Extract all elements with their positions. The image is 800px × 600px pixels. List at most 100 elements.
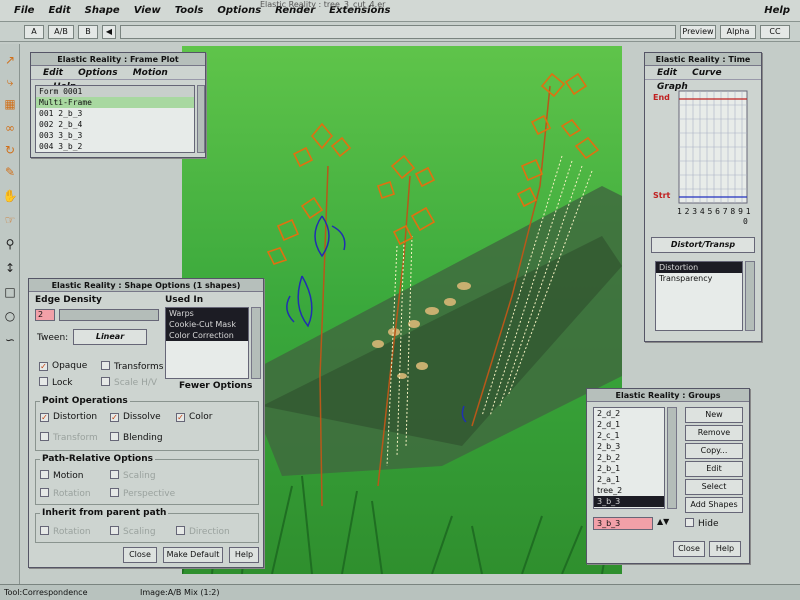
menu-file[interactable]: File [14,5,34,16]
zoom-tool-icon[interactable]: ⚲ [2,236,18,252]
bezier-tool-icon[interactable]: ∽ [2,332,18,348]
edit-group-button[interactable]: Edit [685,461,743,477]
copy-group-button[interactable]: Copy... [685,443,743,459]
inherit-scaling-checkbox[interactable]: Scaling [110,526,156,538]
hand-tool-icon[interactable]: ✋ [2,188,18,204]
used-in-scrollbar[interactable] [251,307,261,379]
frame-plot-menu-options[interactable]: Options [78,68,117,78]
inherit-direction-checkbox[interactable]: Direction [176,526,230,538]
list-item[interactable]: 2_b_1 [594,463,664,474]
window-title: Elastic Reality : tree_3_cut_4.er [260,0,386,9]
view-b-button[interactable]: B [78,25,98,39]
list-item[interactable]: 2_b_2 [594,452,664,463]
used-in-list[interactable]: Warps Cookie-Cut Mask Color Correction [165,307,249,379]
make-default-button[interactable]: Make Default [163,547,223,563]
motion-checkbox[interactable]: Motion [40,470,84,482]
groups-close-button[interactable]: Close [673,541,705,557]
perspective-checkbox[interactable]: Perspective [110,488,175,500]
list-item[interactable]: Multi-Frame [36,97,194,108]
groups-list[interactable]: 2_d_2 2_d_1 2_c_1 2_b_3 2_b_2 2_b_1 2_a_… [593,407,665,509]
menu-options[interactable]: Options [217,5,261,16]
edge-density-slider[interactable] [59,309,159,321]
time-x-ticks: 1 2 3 4 5 6 7 8 9 1 [677,207,751,216]
menu-tools[interactable]: Tools [175,5,204,16]
time-menu-edit[interactable]: Edit [657,68,677,78]
list-item[interactable]: Distortion [656,262,742,273]
list-item[interactable]: Color Correction [166,330,248,341]
menu-help[interactable]: Help [764,5,790,16]
group-arrows-icon[interactable]: ▲▼ [657,517,669,526]
list-item[interactable]: 002 2_b_4 [36,119,194,130]
menu-edit[interactable]: Edit [48,5,70,16]
dissolve-checkbox[interactable]: ✓ Dissolve [110,412,161,423]
scale-hv-checkbox[interactable]: Scale H/V [101,377,157,389]
new-group-button[interactable]: New [685,407,743,423]
menu-shape[interactable]: Shape [85,5,120,16]
list-item[interactable]: 2_b_3 [594,441,664,452]
frame-plot-menu-motion[interactable]: Motion [133,68,168,78]
list-item[interactable]: tree_2 [594,485,664,496]
transforms-checkbox[interactable]: Transforms [101,361,163,373]
fewer-options-button[interactable]: Fewer Options [179,381,252,391]
grid-tool-icon[interactable]: ▦ [2,96,18,112]
time-curve-list[interactable]: Distortion Transparency [655,261,743,331]
inherit-rotation-checkbox[interactable]: Rotation [40,526,91,538]
pen-tool-icon[interactable]: ✎ [2,164,18,180]
scaling-checkbox[interactable]: Scaling [110,470,156,482]
list-item[interactable]: 2_c_1 [594,430,664,441]
groups-scrollbar[interactable] [667,407,677,509]
menu-bar: File Edit Shape View Tools Options Rende… [0,0,800,22]
blending-checkbox[interactable]: Blending [110,432,163,444]
time-list-scrollbar[interactable] [745,261,755,331]
used-in-label: Used In [165,295,204,305]
remove-group-button[interactable]: Remove [685,425,743,441]
frame-plot-menu-edit[interactable]: Edit [43,68,63,78]
time-menu-curve[interactable]: Curve [692,68,721,78]
group-name-field[interactable]: 3_b_3 [593,517,653,530]
select-group-button[interactable]: Select [685,479,743,495]
view-ab-button[interactable]: A/B [48,25,74,39]
groups-help-button[interactable]: Help [709,541,741,557]
opaque-checkbox[interactable]: ✓ Opaque [39,361,87,372]
list-item[interactable]: 3_b_3 [594,496,664,507]
loop-tool-icon[interactable]: ∞ [2,120,18,136]
list-item[interactable]: 2_d_1 [594,419,664,430]
close-button[interactable]: Close [123,547,157,563]
list-item[interactable]: Warps [166,308,248,319]
tween-dropdown[interactable]: Linear [73,329,147,345]
lock-checkbox[interactable]: Lock [39,377,73,389]
preview-button[interactable]: Preview [680,25,716,39]
help-button[interactable]: Help [229,547,259,563]
rectangle-tool-icon[interactable]: □ [2,284,18,300]
list-item[interactable]: 004 3_b_2 [36,141,194,152]
spiral-tool-icon[interactable]: ↻ [2,142,18,158]
view-a-button[interactable]: A [24,25,44,39]
list-item[interactable]: 003 3_b_3 [36,130,194,141]
frame-slider[interactable] [120,25,676,39]
color-checkbox[interactable]: ✓ Color [176,412,213,423]
frame-plot-grid[interactable]: Form 0001 Multi-Frame 001 2_b_3 002 2_b_… [35,85,195,153]
list-item[interactable]: 2_a_1 [594,474,664,485]
list-item[interactable]: Transparency [656,273,742,284]
distort-transp-dropdown[interactable]: Distort/Transp [651,237,755,253]
cc-button[interactable]: CC [760,25,790,39]
status-tool: Tool:Correspondence [4,588,88,597]
frame-plot-scrollbar[interactable] [197,85,205,153]
hide-checkbox[interactable]: Hide [685,518,719,530]
hand-move-tool-icon[interactable]: ☞ [2,212,18,228]
add-shapes-button[interactable]: Add Shapes [685,497,743,513]
alpha-button[interactable]: Alpha [720,25,756,39]
arrow-tool-icon[interactable]: ↗ [2,52,18,68]
transform-checkbox[interactable]: Transform [40,432,98,444]
list-item[interactable]: 001 2_b_3 [36,108,194,119]
go-start-icon[interactable]: ◀ [102,25,116,39]
distortion-checkbox[interactable]: ✓ Distortion [40,412,97,423]
ellipse-tool-icon[interactable]: ○ [2,308,18,324]
edge-density-field[interactable]: 2 [35,309,55,321]
rotation-checkbox[interactable]: Rotation [40,488,91,500]
correspondence-tool-icon[interactable]: ⤷ [2,74,18,90]
menu-view[interactable]: View [134,5,161,16]
list-item[interactable]: Cookie-Cut Mask [166,319,248,330]
eyedropper-tool-icon[interactable]: ↕ [2,260,18,276]
list-item[interactable]: 2_d_2 [594,408,664,419]
